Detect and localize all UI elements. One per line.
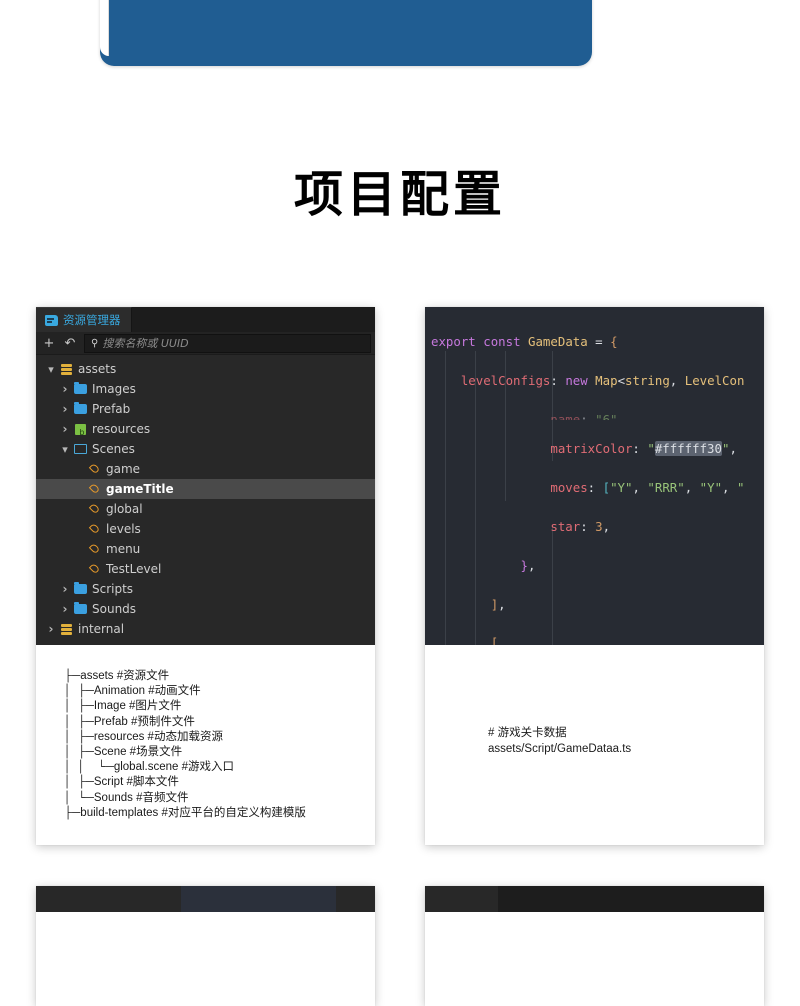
tree-item-label: global [106, 502, 143, 516]
code-line: export const GameData = { [431, 334, 618, 350]
folder-tab-icon [45, 314, 58, 326]
tree-item-levels[interactable]: levels [36, 519, 375, 539]
code-lines: export const GameData = { levelConfigs: … [425, 307, 764, 645]
code-line: star: 3, [550, 519, 611, 534]
banner-notch [100, 0, 109, 56]
scene-flame-icon [86, 483, 102, 495]
code-line: [ [490, 635, 499, 645]
code-line: name: "6", [550, 412, 625, 420]
code-card: export const GameData = { levelConfigs: … [425, 307, 764, 845]
tree-item-scripts[interactable]: › Scripts [36, 579, 375, 599]
search-input[interactable]: ⚲ 搜索名称或 UUID [84, 333, 371, 353]
tree-item-game[interactable]: game [36, 459, 375, 479]
folder-icon [72, 402, 88, 414]
database-green-icon [72, 423, 88, 437]
explorer-card: 资源管理器 + ↶ ⚲ 搜索名称或 UUID ▾ assets › Images › Pr… [36, 307, 375, 845]
tree-item-label: Sounds [92, 602, 137, 616]
database-yellow-icon [58, 623, 74, 635]
scene-flame-icon [86, 503, 102, 515]
explorer-tabbar: 资源管理器 [36, 307, 375, 332]
search-placeholder: 搜索名称或 UUID [102, 337, 189, 350]
partial-panel-bottom-right [425, 886, 764, 1006]
tree-item-prefab[interactable]: › Prefab [36, 399, 375, 419]
search-icon: ⚲ [91, 337, 99, 349]
blue-banner [100, 0, 592, 66]
scene-flame-icon [86, 463, 102, 475]
tree-item-label: Scripts [92, 582, 134, 596]
chevron-right-icon[interactable]: › [58, 423, 72, 435]
tree-item-label: gameTitle [106, 482, 174, 496]
chevron-right-icon[interactable]: › [58, 583, 72, 595]
tree-item-label: Scenes [92, 442, 135, 456]
scene-flame-icon [86, 523, 102, 535]
tree-item-label: internal [78, 622, 125, 636]
explorer-toolbar: + ↶ ⚲ 搜索名称或 UUID [36, 332, 375, 355]
tree-item-label: assets [78, 362, 117, 376]
tree-item-internal[interactable]: › internal [36, 619, 375, 639]
tree-item-images[interactable]: › Images [36, 379, 375, 399]
tree-item-label: Images [92, 382, 136, 396]
sort-icon[interactable]: ↶ [63, 337, 77, 350]
scene-flame-icon [86, 563, 102, 575]
folder-icon [72, 582, 88, 594]
tree-item-menu[interactable]: menu [36, 539, 375, 559]
tree-item-testlevel[interactable]: TestLevel [36, 559, 375, 579]
tree-item-sounds[interactable]: › Sounds [36, 599, 375, 619]
chevron-right-icon[interactable]: › [58, 383, 72, 395]
tree-item-label: levels [106, 522, 141, 536]
folder-open-icon [72, 444, 88, 454]
folder-icon [72, 602, 88, 614]
code-line: ], [490, 596, 506, 612]
chevron-right-icon[interactable]: › [58, 603, 72, 615]
explorer-caption: ├─assets #资源文件 │ ├─Animation #动画文件 │ ├─I… [36, 645, 375, 845]
tree-item-label: menu [106, 542, 141, 556]
code-caption: # 游戏关卡数据 assets/Script/GameDataa.ts [425, 645, 764, 845]
tab-label: 资源管理器 [63, 313, 121, 327]
tree-item-gametitle[interactable]: gameTitle [36, 479, 375, 499]
tree-item-label: resources [92, 422, 151, 436]
tree-item-scenes[interactable]: ▾ Scenes [36, 439, 375, 459]
scene-flame-icon [86, 543, 102, 555]
tab-resource-manager[interactable]: 资源管理器 [36, 307, 132, 332]
tree-item-global[interactable]: global [36, 499, 375, 519]
tree-item-label: TestLevel [106, 562, 162, 576]
code-line: levelConfigs: new Map<string, LevelCon [460, 373, 745, 389]
directory-tree-text: ├─assets #资源文件 │ ├─Animation #动画文件 │ ├─I… [64, 670, 306, 819]
partial-panel-strip [425, 886, 764, 912]
tree-item-label: Prefab [92, 402, 131, 416]
code-line: moves: ["Y", "RRR", "Y", " [550, 480, 745, 496]
chevron-right-icon[interactable]: › [44, 623, 58, 635]
explorer-panel: 资源管理器 + ↶ ⚲ 搜索名称或 UUID ▾ assets › Images › Pr… [36, 307, 375, 645]
tree-item-resources[interactable]: › resources [36, 419, 375, 439]
page-title: 项目配置 [293, 166, 506, 223]
code-line: matrixColor: "#ffffff30", [550, 441, 737, 457]
chevron-right-icon[interactable]: › [58, 403, 72, 415]
folder-icon [72, 382, 88, 394]
code-line: }, [520, 557, 536, 573]
partial-panel-strip [36, 886, 375, 912]
code-editor-panel[interactable]: export const GameData = { levelConfigs: … [425, 307, 764, 645]
chevron-down-icon[interactable]: ▾ [44, 364, 58, 375]
plus-icon[interactable]: + [42, 337, 56, 350]
partial-panel-bottom-left [36, 886, 375, 1006]
tree-item-assets[interactable]: ▾ assets [36, 359, 375, 379]
tree-item-label: game [106, 462, 141, 476]
database-yellow-icon [58, 363, 74, 375]
asset-tree: ▾ assets › Images › Prefab › resources ▾ Scenes ga… [36, 355, 375, 643]
code-caption-comment: # 游戏关卡数据 [488, 727, 567, 739]
code-caption-path: assets/Script/GameDataa.ts [488, 743, 632, 755]
chevron-down-icon[interactable]: ▾ [58, 444, 72, 455]
